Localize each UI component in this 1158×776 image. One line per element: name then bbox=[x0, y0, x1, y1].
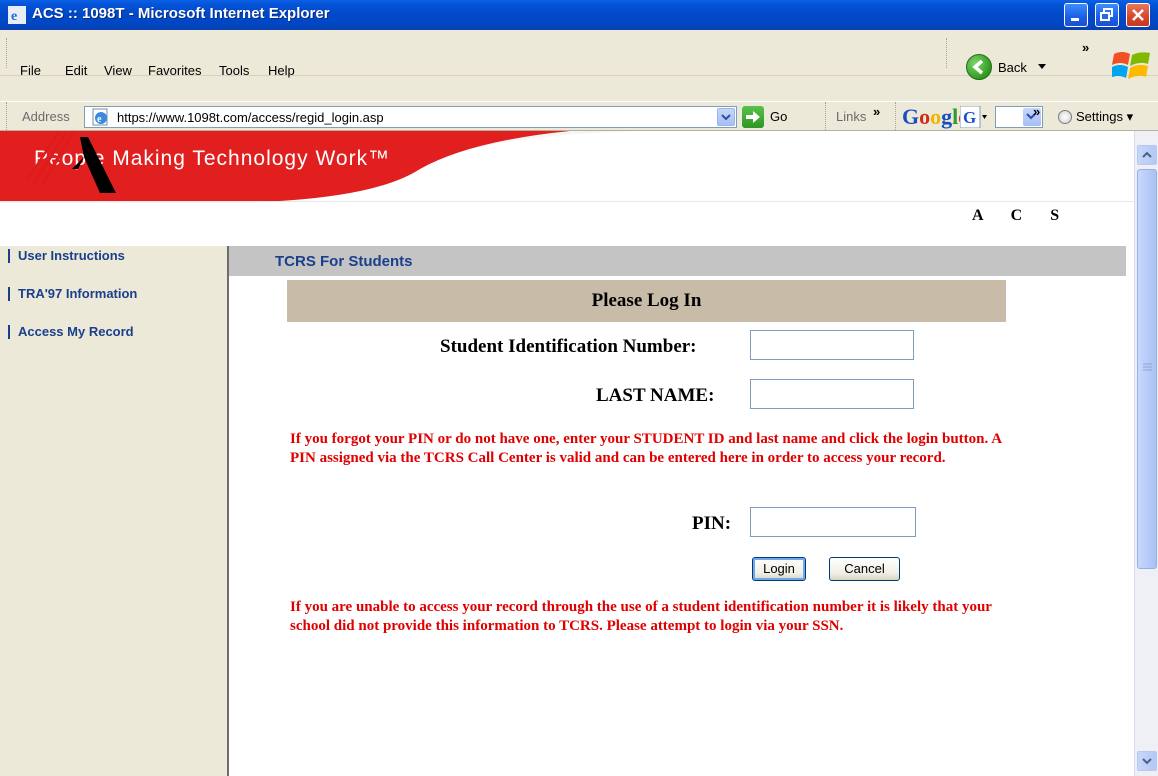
chevron-up-icon bbox=[1142, 151, 1152, 158]
google-search-icon[interactable]: G bbox=[959, 105, 988, 129]
address-label: Address bbox=[22, 109, 70, 124]
section-title: TCRS For Students bbox=[275, 253, 413, 270]
chevron-down-icon bbox=[721, 114, 731, 121]
settings-label[interactable]: Settings ▾ bbox=[1076, 109, 1133, 125]
go-label: Go bbox=[770, 109, 788, 124]
section-header: TCRS For Students bbox=[229, 246, 1126, 276]
login-header: Please Log In bbox=[287, 280, 1006, 322]
go-arrow-icon bbox=[742, 106, 764, 128]
pin-help-text: If you forgot your PIN or do not have on… bbox=[290, 431, 1002, 466]
restore-button[interactable] bbox=[1095, 3, 1119, 27]
ie-icon: e bbox=[8, 6, 26, 24]
google-logo: Google bbox=[902, 104, 968, 129]
links-label[interactable]: Links bbox=[836, 109, 866, 124]
nav-user-instructions[interactable]: User Instructions bbox=[8, 249, 125, 263]
last-name-input[interactable] bbox=[750, 379, 914, 409]
title-bar: e ACS :: 1098T - Microsoft Internet Expl… bbox=[0, 0, 1158, 30]
login-button[interactable]: Login bbox=[752, 557, 806, 581]
restore-icon bbox=[1100, 8, 1113, 21]
nav-tra97-information[interactable]: TRA'97 Information bbox=[8, 287, 137, 301]
back-dropdown-icon[interactable] bbox=[1038, 64, 1046, 70]
google-grip bbox=[895, 102, 898, 130]
page-icon: e bbox=[92, 108, 108, 126]
svg-text:e: e bbox=[11, 9, 17, 24]
student-id-label: Student Identification Number: bbox=[440, 336, 697, 357]
student-id-input[interactable] bbox=[750, 330, 914, 360]
address-grip bbox=[6, 102, 9, 130]
menu-bar: File Edit View Favorites Tools Help Back… bbox=[0, 30, 1158, 80]
close-button[interactable] bbox=[1126, 3, 1150, 27]
menu-grip bbox=[6, 38, 9, 68]
windows-logo-icon bbox=[1112, 52, 1150, 79]
scroll-thumb[interactable] bbox=[1137, 169, 1157, 569]
toolbar-grip bbox=[946, 38, 949, 68]
scroll-down-button[interactable] bbox=[1137, 751, 1157, 771]
browser-window: e ACS :: 1098T - Microsoft Internet Expl… bbox=[0, 0, 1158, 776]
menu-edit[interactable]: Edit bbox=[65, 63, 87, 78]
last-name-label: LAST NAME: bbox=[596, 385, 715, 406]
minimize-button[interactable] bbox=[1064, 3, 1088, 27]
acs-logo bbox=[25, 131, 116, 193]
links-grip bbox=[825, 102, 828, 130]
left-navigation: User Instructions TRA'97 Information Acc… bbox=[0, 246, 229, 776]
login-title: Please Log In bbox=[591, 290, 702, 311]
close-icon bbox=[1132, 9, 1144, 21]
ssn-help-text: If you are unable to access your record … bbox=[290, 599, 992, 634]
back-arrow-icon bbox=[966, 54, 992, 80]
back-label: Back bbox=[998, 60, 1027, 75]
page-viewport: People Making Technology Work™ A C S Use… bbox=[0, 131, 1134, 776]
nav-access-my-record[interactable]: Access My Record bbox=[8, 325, 134, 339]
address-toolbar: Address e https://www.1098t.com/access/r… bbox=[0, 101, 1158, 131]
menu-help[interactable]: Help bbox=[268, 63, 295, 78]
links-overflow-icon[interactable]: » bbox=[873, 104, 880, 119]
acs-logo-text: A C S bbox=[972, 207, 1060, 224]
vertical-scrollbar[interactable] bbox=[1134, 131, 1158, 776]
header-banner: People Making Technology Work™ A C S bbox=[0, 131, 1134, 246]
address-dropdown[interactable] bbox=[717, 108, 735, 126]
chevron-down-icon bbox=[1142, 758, 1152, 765]
toolbar-overflow-icon[interactable]: » bbox=[1082, 40, 1089, 55]
menu-tools[interactable]: Tools bbox=[219, 63, 249, 78]
menu-view[interactable]: View bbox=[104, 63, 132, 78]
svg-text:e: e bbox=[97, 114, 102, 125]
svg-text:G: G bbox=[963, 108, 976, 127]
window-title: ACS :: 1098T - Microsoft Internet Explor… bbox=[32, 5, 330, 22]
minimize-icon bbox=[1071, 18, 1079, 21]
scroll-up-button[interactable] bbox=[1137, 145, 1157, 165]
menu-file[interactable]: File bbox=[20, 63, 41, 78]
google-overflow-icon[interactable]: » bbox=[1033, 104, 1040, 119]
pin-input[interactable] bbox=[750, 507, 916, 537]
menu-favorites[interactable]: Favorites bbox=[148, 63, 201, 78]
pin-label: PIN: bbox=[692, 513, 732, 534]
address-url: https://www.1098t.com/access/regid_login… bbox=[117, 110, 384, 125]
cancel-button[interactable]: Cancel bbox=[829, 557, 900, 581]
settings-icon[interactable] bbox=[1058, 110, 1072, 124]
grip-icon bbox=[1143, 363, 1152, 371]
address-input[interactable]: e https://www.1098t.com/access/regid_log… bbox=[84, 106, 737, 128]
